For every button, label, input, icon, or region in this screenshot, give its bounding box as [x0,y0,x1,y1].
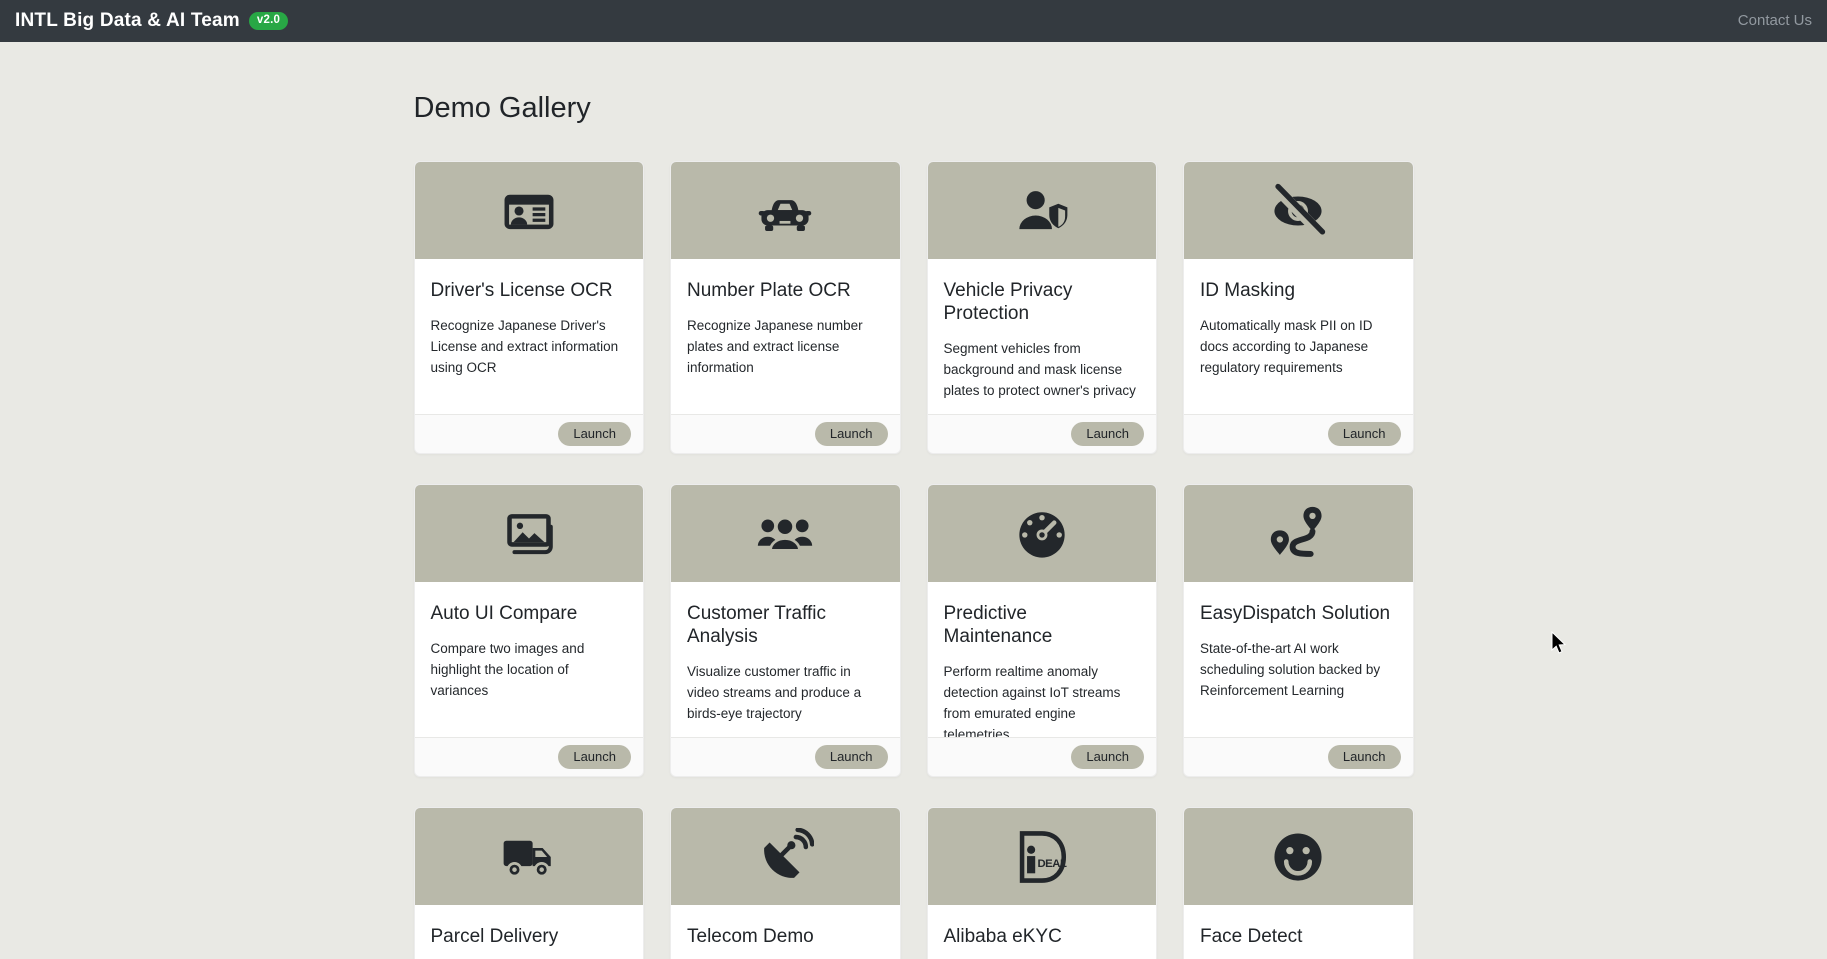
card-icon-tile [1184,808,1413,905]
demo-card-parcel-delivery: Parcel Delivery Realtime dashboard showi… [413,807,644,959]
users-icon [758,516,813,552]
smile-icon [1274,832,1322,881]
launch-button[interactable]: Launch [1071,422,1144,446]
card-title: Auto UI Compare [430,603,578,624]
launch-button[interactable]: Launch [814,422,888,446]
demo-card-vehicle-privacy-protection: Vehicle Privacy Protection Segment vehic… [926,161,1157,454]
gauge-icon [1019,511,1065,558]
card-description: Compare two images and highlight the loc… [430,641,585,698]
mouse-cursor [1551,631,1567,654]
card-title: Parcel Delivery [430,926,559,947]
svg-text:DEAL: DEAL [1037,857,1067,869]
brand-title: INTL Big Data & AI Team [15,10,240,31]
card-footer: Launch [927,414,1156,453]
demo-card-face-detect: Face Detect Localize human faces in an i… [1183,807,1414,959]
demo-card-number-plate-ocr: Number Plate OCR Recognize Japanese numb… [670,161,901,454]
card-title: Number Plate OCR [687,280,851,301]
demo-card-easydispatch-solution: EasyDispatch Solution State-of-the-art A… [1183,484,1414,777]
card-icon-tile [414,808,643,905]
card-footer: Launch [671,414,900,453]
card-description: State-of-the-art AI work scheduling solu… [1200,641,1381,698]
satellite-dish-icon [764,827,815,878]
launch-button[interactable]: Launch [814,745,888,769]
card-title: Face Detect [1200,926,1303,947]
ideal-brand-icon: DEAL [1019,830,1067,883]
card-icon-tile [671,162,900,259]
launch-button[interactable]: Launch [1327,422,1401,446]
card-icon-tile [414,162,643,259]
card-icon-tile: DEAL [927,808,1156,905]
card-icon-tile [671,485,900,582]
top-navbar: INTL Big Data & AI Team v2.0 Contact Us [0,0,1827,42]
card-description: Recognize Japanese Driver's License and … [430,318,619,375]
card-icon-tile [1184,485,1413,582]
card-footer: Launch [927,737,1156,776]
car-icon [758,199,812,231]
card-title: ID Masking [1200,280,1296,301]
main-content: Demo Gallery Driver's License OCR Recogn… [399,92,1429,959]
card-description: Automatically mask PII on ID docs accord… [1200,318,1373,375]
card-footer: Launch [414,737,643,776]
launch-button[interactable]: Launch [558,422,631,446]
id-card-icon [504,194,554,229]
card-icon-tile [927,162,1156,259]
card-description: Recognize Japanese number plates and ext… [687,318,863,375]
brand-link[interactable]: INTL Big Data & AI Team v2.0 [15,10,289,32]
demo-card-alibaba-ekyc: DEAL Alibaba eKYC eKYC makes trust simpl… [926,807,1157,959]
card-footer: Launch [1184,737,1413,776]
card-footer: Launch [1184,414,1413,453]
card-title: Alibaba eKYC [943,926,1062,947]
launch-button[interactable]: Launch [1071,745,1144,769]
launch-button[interactable]: Launch [1327,745,1401,769]
demo-card-drivers-license-ocr: Driver's License OCR Recognize Japanese … [413,161,644,454]
card-icon-tile [671,808,900,905]
card-description: Perform realtime anomaly detection again… [943,664,1121,738]
card-title: EasyDispatch Solution [1200,603,1391,624]
page-title: Demo Gallery [413,92,591,124]
demo-card-customer-traffic-analysis: Customer Traffic Analysis Visualize cust… [670,484,901,777]
demo-card-predictive-maintenance: Predictive Maintenance Perform realtime … [926,484,1157,777]
card-title: Customer Traffic Analysis [687,603,827,647]
demo-card-id-masking: ID Masking Automatically mask PII on ID … [1183,161,1414,454]
card-footer: Launch [671,737,900,776]
demo-card-grid: Driver's License OCR Recognize Japanese … [413,161,1414,959]
card-description: Segment vehicles from background and mas… [943,341,1136,398]
demo-card-telecom-demo: Telecom Demo QuickBI dashboards showcasi… [670,807,901,959]
card-icon-tile [414,485,643,582]
version-badge: v2.0 [248,11,289,31]
card-footer: Launch [414,414,643,453]
launch-button[interactable]: Launch [558,745,631,769]
route-icon [1271,506,1322,557]
card-title: Vehicle Privacy Protection [943,280,1073,324]
card-title: Predictive Maintenance [943,603,1053,647]
card-title: Telecom Demo [687,926,814,947]
card-icon-tile [927,485,1156,582]
header-nav: Contact Us [1738,12,1812,30]
demo-card-auto-ui-compare: Auto UI Compare Compare two images and h… [413,484,644,777]
truck-icon [503,840,551,877]
user-shield-icon [1019,190,1068,229]
card-icon-tile [1184,162,1413,259]
images-icon [507,513,553,554]
eye-slash-icon [1269,181,1326,237]
contact-us-link[interactable]: Contact Us [1738,12,1812,29]
card-title: Driver's License OCR [430,280,613,301]
card-description: Visualize customer traffic in video stre… [687,664,862,721]
